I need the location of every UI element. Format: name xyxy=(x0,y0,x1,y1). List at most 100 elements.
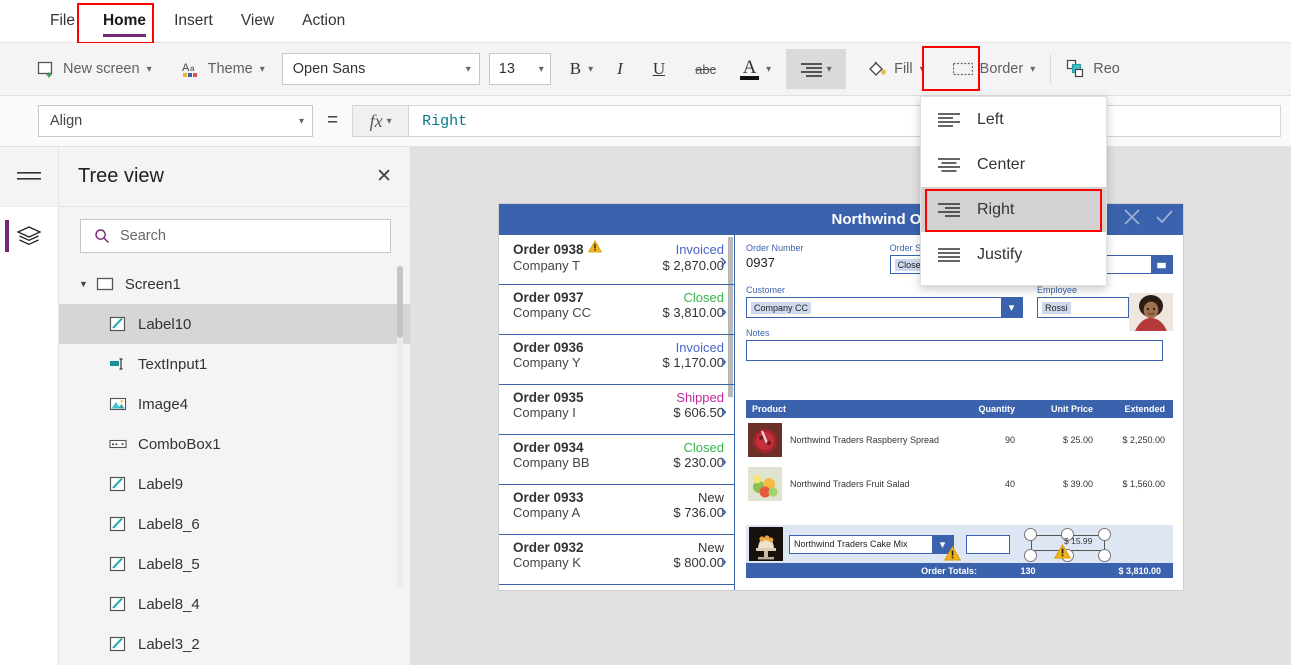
notes-input[interactable] xyxy=(746,340,1163,361)
align-right-icon xyxy=(938,202,960,218)
order-list-item[interactable]: Order 0937 Closed Company CC $ 3,810.00 … xyxy=(499,285,734,335)
bold-button[interactable]: B ▾ xyxy=(561,50,602,88)
menu-item-home[interactable]: Home xyxy=(89,0,160,43)
calendar-icon[interactable] xyxy=(1151,256,1172,273)
resize-handle-se[interactable] xyxy=(1098,549,1111,562)
property-select[interactable]: Align ▾ xyxy=(38,105,313,137)
close-icon[interactable]: ✕ xyxy=(376,165,392,188)
tree-item-combobox1[interactable]: ComboBox1 xyxy=(59,424,410,464)
cancel-icon[interactable] xyxy=(1121,206,1143,233)
hamburger-button[interactable] xyxy=(0,147,58,207)
chevron-right-icon[interactable]: › xyxy=(720,448,727,474)
menu-option-right[interactable]: Right xyxy=(921,187,1106,232)
new-screen-button[interactable]: New screen ▾ xyxy=(28,50,161,88)
underline-button[interactable]: U xyxy=(638,50,680,88)
chevron-right-icon[interactable]: › xyxy=(720,498,727,524)
textinput-icon xyxy=(109,355,127,373)
order-list-item[interactable]: Order 0934 Closed Company BB $ 230.00 › xyxy=(499,435,734,485)
equals-sign: = xyxy=(327,110,339,131)
customer-combobox[interactable]: Company CC ▾ xyxy=(746,297,1023,318)
order-list-item[interactable]: Order 0936 Invoiced Company Y $ 1,170.00… xyxy=(499,335,734,385)
app-canvas[interactable]: Northwind Orders Order 0938 Invoiced Com… xyxy=(411,147,1291,665)
tree-view-rail-button[interactable] xyxy=(0,207,58,265)
menu-option-justify[interactable]: Justify xyxy=(921,232,1106,277)
font-family-value: Open Sans xyxy=(292,61,366,77)
chevron-right-icon[interactable]: › xyxy=(720,248,727,274)
fx-button[interactable]: fx ▾ xyxy=(352,105,410,137)
product-quantity: 90 xyxy=(1004,435,1015,445)
tree-item-label: Label8_4 xyxy=(138,595,200,613)
label-icon xyxy=(109,475,127,493)
order-status: Invoiced xyxy=(675,340,724,355)
svg-text:a: a xyxy=(190,64,195,73)
order-company: Company Y xyxy=(513,355,581,370)
resize-handle-nw[interactable] xyxy=(1024,528,1037,541)
chevron-right-icon[interactable]: › xyxy=(720,398,727,424)
resize-handle-ne[interactable] xyxy=(1098,528,1111,541)
tree-item-image4[interactable]: Image4 xyxy=(59,384,410,424)
align-dropdown-menu[interactable]: Left Center Right Justify xyxy=(920,96,1107,286)
border-button[interactable]: Border ▾ xyxy=(944,50,1045,88)
product-row[interactable]: Northwind Traders Raspberry Spread 90 $ … xyxy=(746,418,1173,462)
chevron-down-icon: ▾ xyxy=(259,63,265,75)
tree-item-textinput1[interactable]: TextInput1 xyxy=(59,344,410,384)
fill-button[interactable]: Fill ▾ xyxy=(858,50,934,88)
product-row[interactable]: Northwind Traders Fruit Salad 40 $ 39.00… xyxy=(746,462,1173,506)
order-status: Closed xyxy=(683,290,724,305)
order-number: Order 0936 xyxy=(513,340,584,355)
tree-item-label: Label9 xyxy=(138,475,184,493)
tree-item-label9[interactable]: Label9 xyxy=(59,464,410,504)
save-checkmark-icon[interactable] xyxy=(1153,206,1175,233)
tree-item-label8-6[interactable]: Label8_6 xyxy=(59,504,410,544)
font-family-select[interactable]: Open Sans ▾ xyxy=(281,53,480,85)
strikethrough-icon: abc xyxy=(695,61,717,77)
order-list-item[interactable]: Order 0938 Invoiced Company T $ 2,870.00… xyxy=(499,235,734,285)
chevron-down-icon[interactable]: ▾ xyxy=(1001,298,1022,317)
property-select-value: Align xyxy=(50,113,83,129)
product-extended: $ 2,250.00 xyxy=(1122,435,1165,445)
resize-handle-sw[interactable] xyxy=(1024,549,1037,562)
menu-option-left[interactable]: Left xyxy=(921,97,1106,142)
align-button[interactable]: ▾ xyxy=(786,49,847,89)
tree-item-label10[interactable]: Label10 xyxy=(59,304,410,344)
chevron-right-icon[interactable]: › xyxy=(720,298,727,324)
formula-input[interactable]: Right xyxy=(409,105,1281,137)
menu-item-action[interactable]: Action xyxy=(288,0,359,43)
menu-item-label: View xyxy=(240,12,275,29)
fill-label: Fill xyxy=(894,61,913,77)
product-unit-price: $ 39.00 xyxy=(1062,479,1093,489)
search-input[interactable]: Search xyxy=(80,219,391,253)
warning-icon xyxy=(1053,543,1072,564)
menu-item-file[interactable]: File xyxy=(36,0,89,43)
search-icon xyxy=(94,228,110,244)
tree-item-label8-4[interactable]: Label8_4 xyxy=(59,584,410,624)
chevron-right-icon[interactable]: › xyxy=(720,348,727,374)
menu-item-insert[interactable]: Insert xyxy=(160,0,227,43)
order-list-item[interactable]: Order 0932 New Company K $ 800.00 › xyxy=(499,535,734,585)
font-color-button[interactable]: A ▾ xyxy=(731,50,780,88)
tree-item-screen1[interactable]: ▼ Screen1 xyxy=(59,264,410,304)
product-unit-price: $ 25.00 xyxy=(1062,435,1093,445)
strikethrough-button[interactable]: abc xyxy=(680,50,731,88)
expand-arrow-icon[interactable]: ▼ xyxy=(79,279,88,289)
tree-item-label: Label10 xyxy=(138,315,192,333)
reorder-button[interactable]: Reo xyxy=(1057,50,1129,88)
product-combobox[interactable]: Northwind Traders Cake Mix ▾ xyxy=(789,534,954,554)
menu-item-view[interactable]: View xyxy=(227,0,288,43)
menu-option-center[interactable]: Center xyxy=(921,142,1106,187)
screen-icon xyxy=(96,275,114,293)
order-list-item[interactable]: Order 0935 Shipped Company I $ 606.50 › xyxy=(499,385,734,435)
chevron-right-icon[interactable]: › xyxy=(720,548,727,574)
italic-button[interactable]: I xyxy=(602,50,638,88)
tree-scrollbar-thumb[interactable] xyxy=(397,266,403,338)
product-edit-row[interactable]: Northwind Traders Cake Mix ▾ $ 15.99 xyxy=(746,525,1173,563)
order-list-item[interactable]: Order 0933 New Company A $ 736.00 › xyxy=(499,485,734,535)
order-gallery[interactable]: Order 0938 Invoiced Company T $ 2,870.00… xyxy=(499,235,735,590)
tree-item-label8-5[interactable]: Label8_5 xyxy=(59,544,410,584)
theme-button[interactable]: A a Theme ▾ xyxy=(173,50,274,88)
tree-item-label3-2[interactable]: Label3_2 xyxy=(59,624,410,664)
font-size-select[interactable]: 13 ▾ xyxy=(488,53,551,85)
quantity-input[interactable] xyxy=(966,534,1010,554)
selection-handles[interactable]: $ 15.99 xyxy=(1024,527,1112,564)
app-title: Northwind Orders xyxy=(831,211,959,228)
